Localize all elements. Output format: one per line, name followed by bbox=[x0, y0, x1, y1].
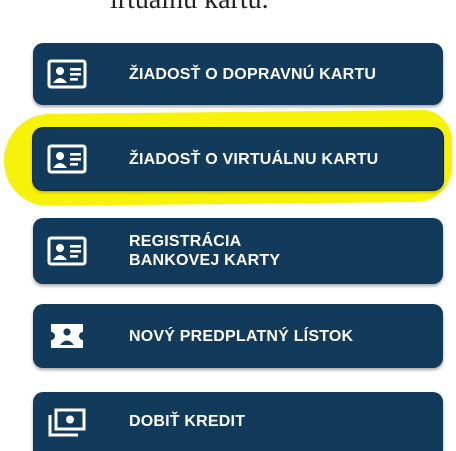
id-card-icon bbox=[47, 235, 87, 267]
request-virtual-card-button[interactable]: ŽIADOSŤ O VIRTUÁLNU KARTU bbox=[33, 128, 443, 190]
button-label: ŽIADOSŤ O DOPRAVNÚ KARTU bbox=[129, 65, 377, 83]
button-label: ŽIADOSŤ O VIRTUÁLNU KARTU bbox=[129, 150, 379, 168]
banknote-icon bbox=[47, 406, 87, 438]
page-heading-fragment: irtuálnu kartu. bbox=[110, 0, 269, 16]
id-card-icon bbox=[47, 58, 87, 90]
button-label: NOVÝ PREDPLATNÝ LÍSTOK bbox=[129, 327, 354, 345]
button-label: DOBIŤ KREDIT bbox=[129, 413, 246, 430]
id-card-icon bbox=[47, 143, 87, 175]
new-season-ticket-button[interactable]: NOVÝ PREDPLATNÝ LÍSTOK bbox=[33, 304, 443, 368]
register-bank-card-button[interactable]: REGISTRÁCIA BANKOVEJ KARTY bbox=[33, 218, 443, 284]
button-label: REGISTRÁCIA BANKOVEJ KARTY bbox=[129, 233, 281, 269]
top-up-credit-button[interactable]: DOBIŤ KREDIT bbox=[33, 392, 443, 451]
request-transport-card-button[interactable]: ŽIADOSŤ O DOPRAVNÚ KARTU bbox=[33, 43, 443, 105]
ticket-icon bbox=[47, 320, 87, 352]
